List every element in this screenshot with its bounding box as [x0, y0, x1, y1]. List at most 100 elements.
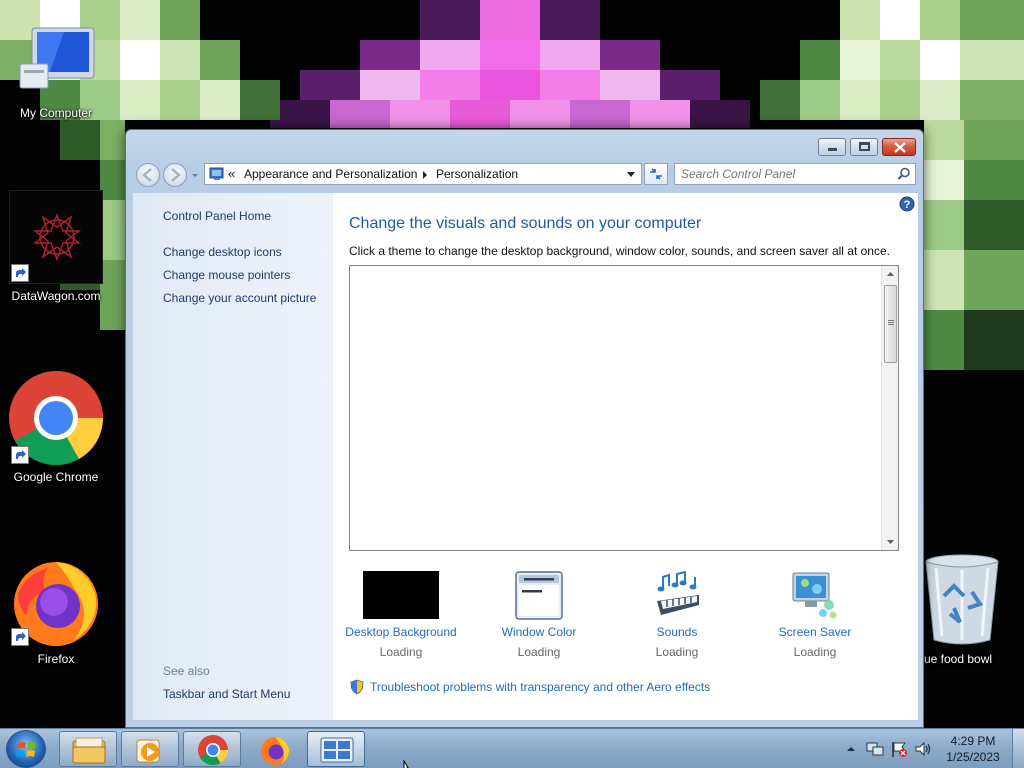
- sidebar-link-control-panel-home[interactable]: Control Panel Home: [163, 209, 271, 223]
- search-icon[interactable]: [897, 167, 911, 181]
- theme-list[interactable]: [349, 265, 899, 551]
- wallpaper-block: [660, 70, 720, 100]
- scroll-down-icon[interactable]: [882, 534, 899, 550]
- wallpaper-block: [570, 100, 630, 128]
- desktop-background-thumbnail: [363, 571, 439, 619]
- desktop-icon-firefox[interactable]: Firefox: [8, 554, 104, 670]
- sidebar-link-taskbar-and-start-menu[interactable]: Taskbar and Start Menu: [163, 687, 290, 701]
- scroll-up-icon[interactable]: [882, 266, 899, 282]
- desktop-icon-label: Firefox: [37, 652, 75, 666]
- clock[interactable]: 4:29 PM 1/25/2023: [940, 733, 1006, 765]
- clock-time: 4:29 PM: [950, 734, 996, 748]
- network-icon[interactable]: [866, 740, 884, 758]
- page-description: Click a theme to change the desktop back…: [349, 244, 890, 258]
- tile-label: Screen Saver: [778, 625, 852, 639]
- wallpaper-block: [360, 40, 420, 70]
- refresh-button[interactable]: [644, 163, 668, 185]
- close-button[interactable]: [882, 138, 916, 156]
- forward-button[interactable]: [163, 163, 187, 187]
- show-hidden-icons-icon[interactable]: [846, 744, 856, 754]
- wallpaper-block: [800, 40, 840, 80]
- search-input[interactable]: [681, 166, 891, 182]
- show-desktop-button[interactable]: [1012, 729, 1024, 768]
- tile-status: Loading: [517, 645, 561, 659]
- taskbar-media-player-button[interactable]: [121, 731, 179, 767]
- troubleshoot-link[interactable]: Troubleshoot problems with transparency …: [370, 680, 710, 694]
- address-dropdown-icon[interactable]: [625, 170, 637, 180]
- desktop-icon-google-chrome[interactable]: Google Chrome: [8, 370, 104, 488]
- wallpaper-block: [300, 70, 360, 100]
- tile-sounds[interactable]: Sounds Loading: [609, 571, 745, 671]
- wallpaper-block: [630, 100, 690, 128]
- page-title: Change the visuals and sounds on your co…: [349, 215, 702, 232]
- tile-desktop-background[interactable]: Desktop Background Loading: [333, 571, 469, 671]
- wallpaper-block: [924, 250, 964, 310]
- taskbar-firefox-button[interactable]: [245, 731, 303, 767]
- address-bar[interactable]: « Appearance and Personalization Persona…: [204, 163, 642, 185]
- wallpaper-block: [120, 0, 160, 40]
- wallpaper-block: [480, 70, 540, 100]
- shortcut-arrow-icon: [11, 264, 29, 282]
- wallpaper-block: [60, 120, 100, 160]
- scrollbar-thumb[interactable]: [884, 285, 897, 363]
- desktop-icon-label: DataWagon.com: [11, 289, 101, 303]
- breadcrumb-overflow[interactable]: «: [228, 166, 235, 181]
- tile-label: Sounds: [656, 625, 698, 639]
- breadcrumb-personalization[interactable]: Personalization: [436, 167, 518, 181]
- clock-date: 1/25/2023: [946, 750, 1000, 764]
- sidebar-link-change-account-picture[interactable]: Change your account picture: [163, 291, 316, 305]
- taskbar: 4:29 PM 1/25/2023: [0, 728, 1024, 768]
- wallpaper-block: [880, 40, 920, 80]
- wallpaper-block: [920, 40, 960, 80]
- tile-window-color[interactable]: Window Color Loading: [471, 571, 607, 671]
- wallpaper-block: [160, 0, 200, 40]
- tile-screen-saver[interactable]: Screen Saver Loading: [747, 571, 883, 671]
- taskbar-explorer-button[interactable]: [59, 731, 117, 767]
- action-center-flag-icon[interactable]: [890, 740, 908, 758]
- firefox-icon: [261, 737, 289, 765]
- recent-pages-dropdown[interactable]: [190, 168, 200, 182]
- volume-icon[interactable]: [914, 740, 932, 758]
- shortcut-arrow-icon: [11, 446, 29, 464]
- mouse-cursor-icon: [403, 760, 409, 768]
- help-icon[interactable]: ?: [899, 196, 915, 212]
- minimize-button[interactable]: [818, 138, 846, 156]
- wallpaper-block: [120, 40, 160, 80]
- svg-text:?: ?: [904, 199, 911, 211]
- desktop-icon-my-computer[interactable]: My Computer: [8, 24, 104, 124]
- wallpaper-block: [510, 100, 570, 128]
- wallpaper-block: [200, 80, 240, 120]
- forward-arrow-icon: [171, 168, 181, 182]
- wallpaper-block: [420, 70, 480, 100]
- media-player-icon: [136, 739, 160, 763]
- desktop-icon-label: Google Chrome: [13, 470, 99, 484]
- wallpaper-block: [964, 160, 1024, 200]
- control-panel-icon: [320, 737, 354, 763]
- breadcrumb-appearance-and-personalization[interactable]: Appearance and Personalization: [244, 167, 417, 181]
- back-button[interactable]: [136, 163, 160, 187]
- folder-icon: [72, 737, 106, 764]
- window-color-icon: [515, 571, 563, 620]
- vertical-scrollbar[interactable]: [881, 266, 898, 550]
- tile-label: Desktop Background: [345, 625, 457, 639]
- wallpaper-block: [800, 80, 840, 120]
- desktop-icon-datawagon[interactable]: DataWagon.com: [8, 190, 104, 306]
- breadcrumb-separator-icon[interactable]: [421, 170, 429, 180]
- sounds-icon: [657, 571, 699, 615]
- wallpaper-block: [840, 40, 880, 80]
- desktop-icon-recycle-bin[interactable]: rue food bowl: [914, 552, 1010, 670]
- wallpaper-block: [390, 100, 450, 128]
- taskbar-chrome-button[interactable]: [183, 731, 241, 767]
- taskbar-control-panel-button[interactable]: [307, 731, 365, 767]
- wallpaper-block: [920, 0, 960, 40]
- maximize-button[interactable]: [850, 138, 878, 156]
- shield-icon: [350, 679, 364, 695]
- start-button[interactable]: [6, 730, 46, 768]
- sidebar-link-change-mouse-pointers[interactable]: Change mouse pointers: [163, 268, 290, 282]
- wallpaper-block: [924, 310, 964, 370]
- wallpaper-block: [420, 40, 480, 70]
- search-box[interactable]: [674, 163, 916, 185]
- shortcut-arrow-icon: [11, 628, 29, 646]
- sidebar-link-change-desktop-icons[interactable]: Change desktop icons: [163, 245, 282, 259]
- wallpaper-block: [920, 80, 960, 120]
